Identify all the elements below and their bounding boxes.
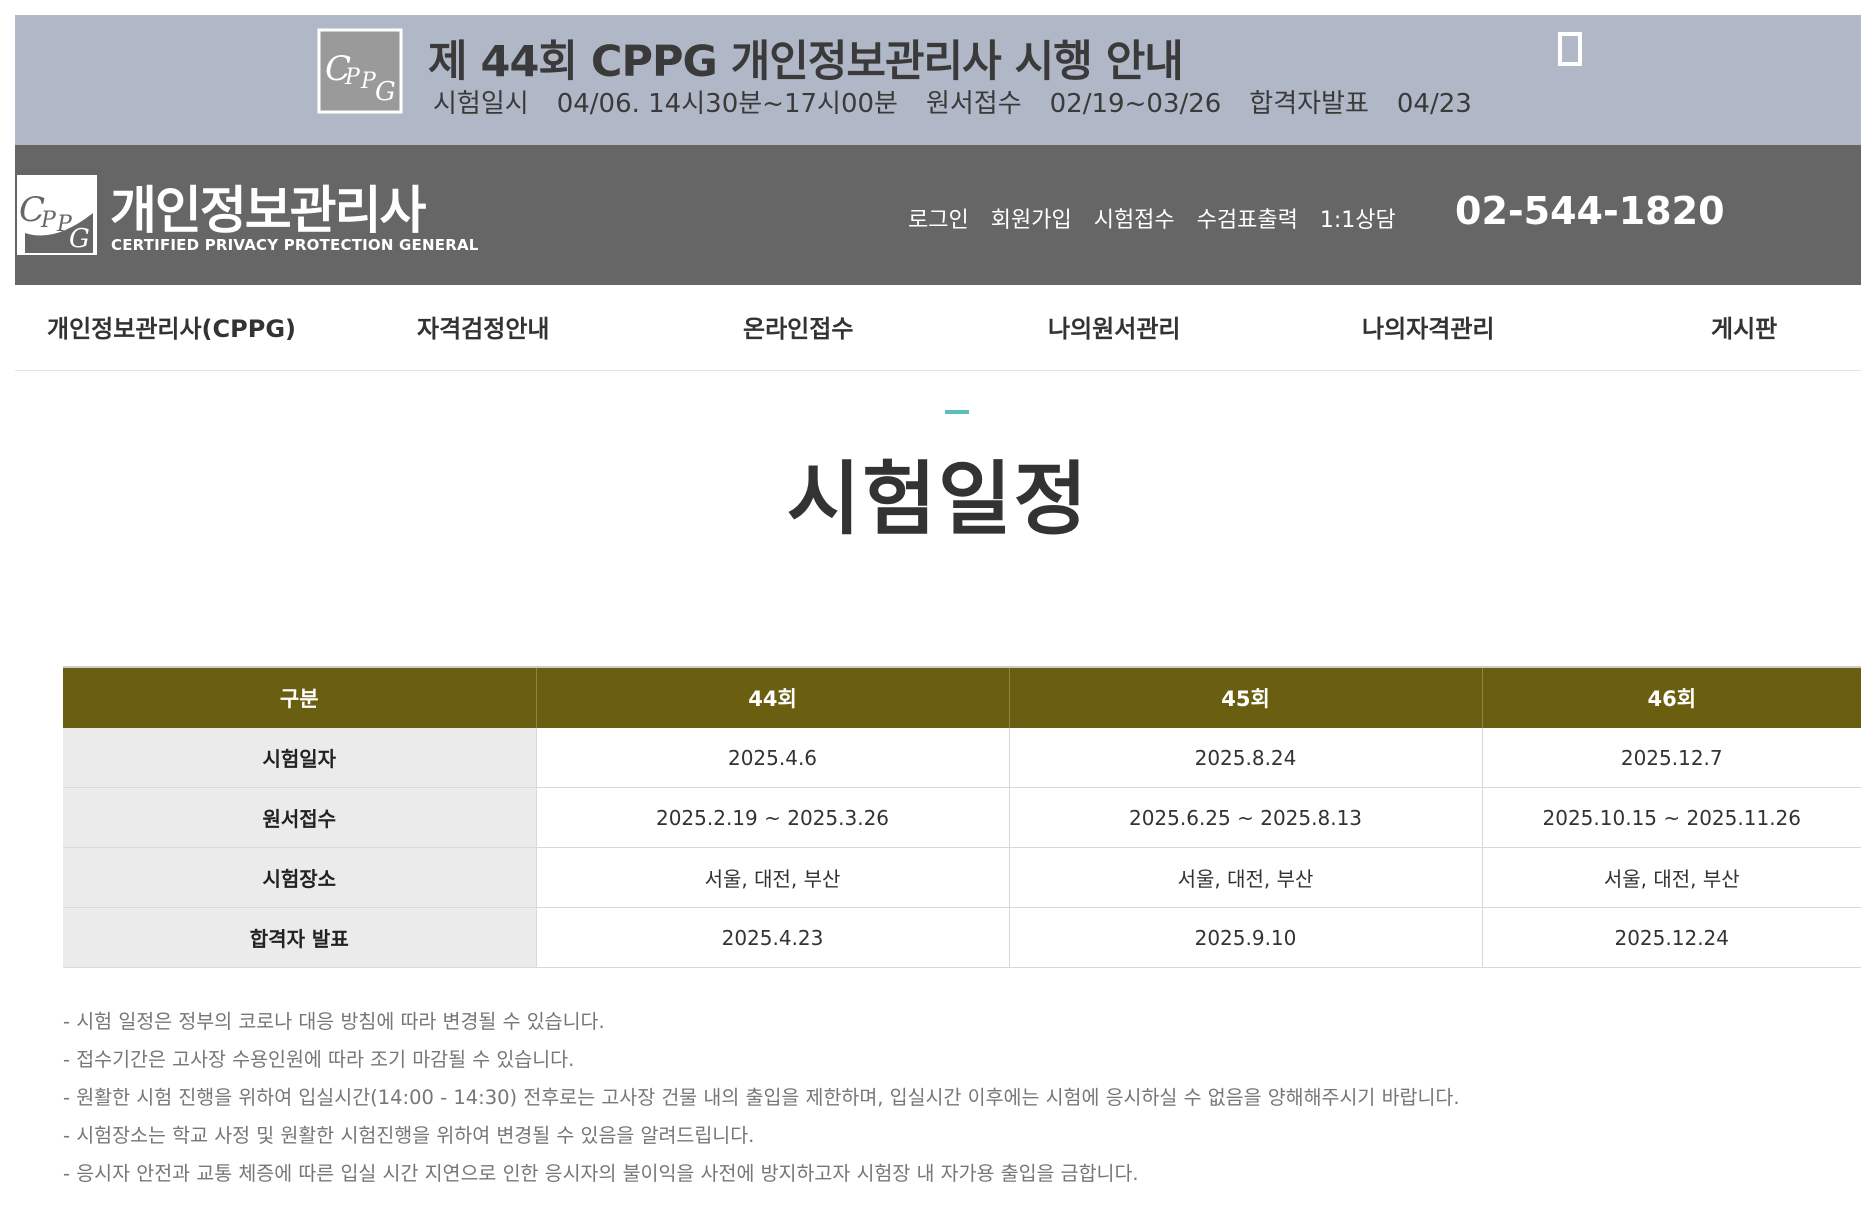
application-value: 02/19~03/26 [1049, 89, 1222, 119]
exam-date-label: 시험일시 [433, 89, 529, 119]
phone-number: 02-544-1820 [1455, 189, 1725, 233]
brand-subtitle: CERTIFIED PRIVACY PROTECTION GENERAL [111, 236, 479, 254]
nav-item-my-certifications[interactable]: 나의자격관리 [1362, 309, 1494, 344]
row-header: 원서접수 [63, 787, 537, 848]
title-accent-bar [945, 410, 969, 414]
row-header: 시험일자 [63, 728, 537, 788]
exam-apply-link[interactable]: 시험접수 [1094, 208, 1175, 233]
svg-text:G: G [375, 77, 396, 107]
table-cell: 서울, 대전, 부산 [1009, 847, 1483, 908]
table-cell: 2025.4.23 [536, 907, 1010, 968]
note-item: - 시험장소는 학교 사정 및 원활한 시험진행을 위하여 변경될 수 있음을 … [63, 1124, 755, 1147]
application-label: 원서접수 [925, 89, 1022, 119]
column-header: 46회 [1482, 667, 1861, 728]
promo-banner[interactable]: C P P G 제 44회 CPPG 개인정보관리사 시행 안내 시험일시 04/… [15, 15, 1861, 145]
table-row: 합격자 발표 2025.4.23 2025.9.10 2025.12.24 [63, 907, 1861, 968]
login-link[interactable]: 로그인 [908, 208, 969, 233]
admission-ticket-link[interactable]: 수검표출력 [1197, 208, 1298, 233]
cppg-logo-icon[interactable]: C P P G [15, 173, 99, 257]
utility-links: 로그인 회원가입 시험접수 수검표출력 1:1상담 [908, 202, 1418, 234]
nav-item-cppg[interactable]: 개인정보관리사(CPPG) [47, 309, 296, 344]
result-value: 04/23 [1396, 89, 1472, 119]
row-header: 시험장소 [63, 847, 537, 908]
cppg-logo-icon: C P P G [317, 28, 403, 114]
site-header: C P P G 개인정보관리사 CERTIFIED PRIVACY PROTEC… [15, 145, 1861, 285]
banner-title: 제 44회 CPPG 개인정보관리사 시행 안내 [428, 37, 1184, 87]
table-cell: 2025.4.6 [536, 728, 1010, 788]
note-item: - 시험 일정은 정부의 코로나 대응 방침에 따라 변경될 수 있습니다. [63, 1010, 605, 1033]
page-title: 시험일정 [786, 453, 1090, 546]
exam-date-value: 04/06. 14시30분~17시00분 [556, 89, 898, 119]
column-header: 44회 [536, 667, 1010, 728]
table-cell: 2025.12.24 [1482, 907, 1861, 968]
svg-text:P: P [40, 208, 57, 233]
column-header: 구분 [63, 667, 537, 728]
svg-text:G: G [69, 224, 90, 254]
row-header: 합격자 발표 [63, 907, 537, 968]
svg-text:P: P [344, 65, 361, 90]
result-label: 합격자발표 [1249, 89, 1369, 119]
banner-close-icon[interactable] [1558, 32, 1582, 66]
table-cell: 2025.8.24 [1009, 728, 1483, 788]
table-header-row: 구분 44회 45회 46회 [63, 667, 1861, 728]
table-cell: 2025.9.10 [1009, 907, 1483, 968]
note-item: - 원활한 시험 진행을 위하여 입실시간(14:00 - 14:30) 전후로… [63, 1086, 1460, 1109]
main-nav: 개인정보관리사(CPPG) 자격검정안내 온라인접수 나의원서관리 나의자격관리… [15, 285, 1861, 371]
signup-link[interactable]: 회원가입 [991, 208, 1072, 233]
consultation-link[interactable]: 1:1상담 [1320, 208, 1396, 233]
table-cell: 2025.2.19 ~ 2025.3.26 [536, 787, 1010, 848]
nav-item-exam-guide[interactable]: 자격검정안내 [417, 309, 549, 344]
table-row: 시험일자 2025.4.6 2025.8.24 2025.12.7 [63, 728, 1861, 788]
nav-item-online-apply[interactable]: 온라인접수 [743, 309, 853, 344]
table-cell: 2025.6.25 ~ 2025.8.13 [1009, 787, 1483, 848]
banner-info: 시험일시 04/06. 14시30분~17시00분 원서접수 02/19~03/26 합… [433, 83, 1500, 120]
table-row: 시험장소 서울, 대전, 부산 서울, 대전, 부산 서울, 대전, 부산 [63, 847, 1861, 908]
column-header: 45회 [1009, 667, 1483, 728]
schedule-notes: - 시험 일정은 정부의 코로나 대응 방침에 따라 변경될 수 있습니다. -… [63, 1003, 1460, 1193]
table-cell: 2025.12.7 [1482, 728, 1861, 788]
nav-item-board[interactable]: 게시판 [1711, 309, 1777, 344]
nav-item-my-applications[interactable]: 나의원서관리 [1048, 309, 1180, 344]
exam-schedule-table: 구분 44회 45회 46회 시험일자 2025.4.6 2025.8.24 2… [63, 666, 1861, 968]
table-cell: 2025.10.15 ~ 2025.11.26 [1482, 787, 1861, 848]
brand-name[interactable]: 개인정보관리사 [110, 169, 426, 243]
table-cell: 서울, 대전, 부산 [536, 847, 1010, 908]
note-item: - 응시자 안전과 교통 체증에 따른 입실 시간 지연으로 인한 응시자의 불… [63, 1162, 1139, 1185]
table-cell: 서울, 대전, 부산 [1482, 847, 1861, 908]
table-row: 원서접수 2025.2.19 ~ 2025.3.26 2025.6.25 ~ 2… [63, 787, 1861, 848]
note-item: - 접수기간은 고사장 수용인원에 따라 조기 마감될 수 있습니다. [63, 1048, 575, 1071]
